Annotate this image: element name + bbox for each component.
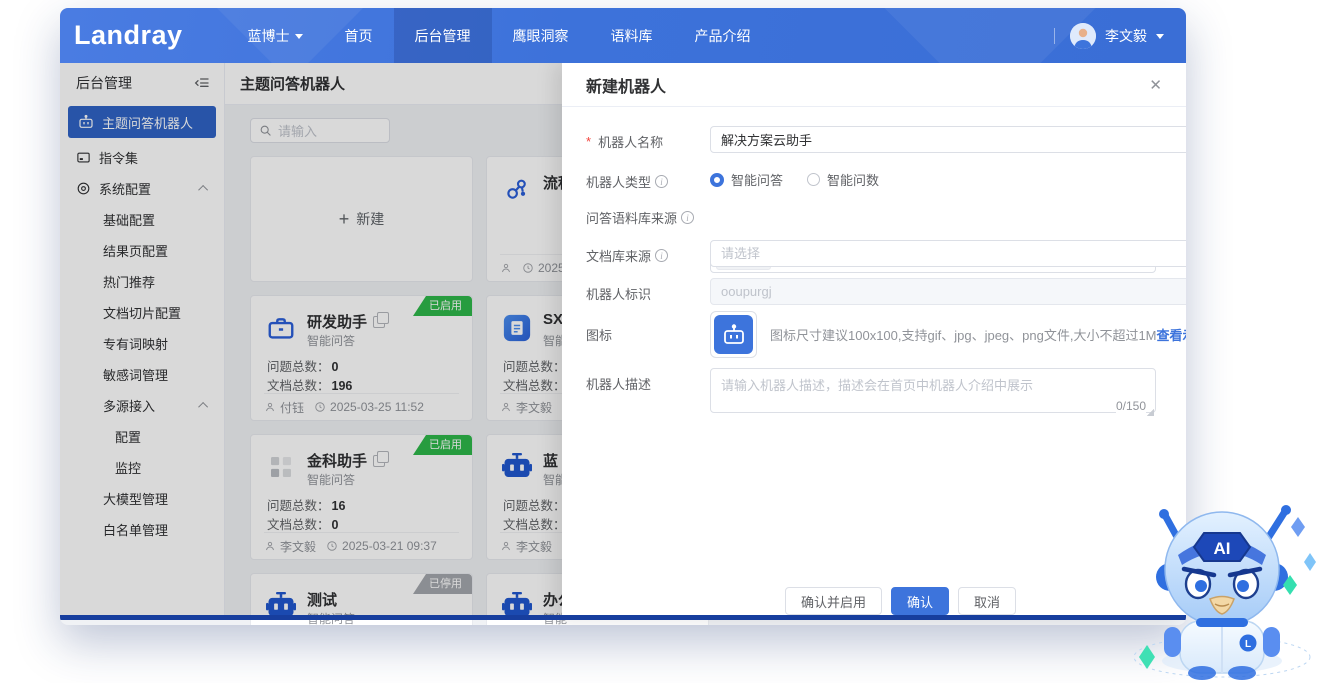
nav-item-corpus[interactable]: 语料库 xyxy=(590,8,674,63)
mascot-l-badge: L xyxy=(1245,639,1251,650)
doc-library-input[interactable] xyxy=(710,240,1186,267)
divider xyxy=(1054,28,1055,44)
window-bottom-edge xyxy=(60,615,1186,620)
icon-upload-row: 图标尺寸建议100x100,支持gif、jpg、jpeg、png文件,大小不超过… xyxy=(710,311,1156,359)
close-icon[interactable]: ✕ xyxy=(1149,76,1162,94)
robot-avatar-tile xyxy=(714,315,753,354)
robot-icon xyxy=(722,323,746,347)
radio-smart-data-qa[interactable]: 智能问数 xyxy=(807,170,879,189)
user-area[interactable]: 李文毅 xyxy=(1054,23,1186,49)
mascot-robot: AI L xyxy=(1130,465,1322,683)
drawer-footer: 确认并启用 确认 取消 xyxy=(562,587,1186,615)
field-label-doclib: 文档库来源i xyxy=(586,246,708,265)
chevron-down-icon xyxy=(295,34,303,39)
diamond-decoration xyxy=(1291,517,1305,537)
radio-smart-qa[interactable]: 智能问答 xyxy=(710,170,783,189)
top-navbar: Landray 蓝博士 首页 后台管理 鹰眼洞察 语料库 产品介绍 李文毅 xyxy=(60,8,1186,63)
window-body: 后台管理 主题问答机器人 指令集 系统配置 xyxy=(60,63,1186,620)
nav-item-home[interactable]: 首页 xyxy=(324,8,394,63)
resize-handle-icon[interactable] xyxy=(1146,408,1154,416)
cancel-button[interactable]: 取消 xyxy=(958,587,1016,615)
robot-type-radios: 智能问答 智能问数 xyxy=(710,166,1156,193)
chevron-down-icon xyxy=(1156,34,1164,39)
nav-item-lanboshi[interactable]: 蓝博士 xyxy=(227,8,324,63)
drawer-title: 新建机器人 xyxy=(586,73,666,97)
radio-selected-icon xyxy=(710,173,724,187)
landray-logo: Landray xyxy=(74,20,183,51)
radio-unselected-icon xyxy=(807,173,820,186)
info-icon: i xyxy=(681,211,694,224)
robot-description-textarea[interactable] xyxy=(710,368,1156,413)
user-name: 李文毅 xyxy=(1105,26,1147,46)
drawer-header: 新建机器人 ✕ xyxy=(562,63,1186,107)
robot-identifier-input xyxy=(710,278,1186,305)
main-nav: 蓝博士 首页 后台管理 鹰眼洞察 语料库 产品介绍 xyxy=(227,8,772,63)
char-counter: 0/150 xyxy=(1116,399,1146,413)
avatar xyxy=(1070,23,1096,49)
field-label-description: 机器人描述 xyxy=(586,374,708,393)
new-robot-drawer: 新建机器人 ✕ 机器人名称 机器人类型i 智能问答 智能问数 问答语料库来源i … xyxy=(562,63,1186,620)
mascot-ai-label: AI xyxy=(1214,539,1231,558)
nav-item-insight[interactable]: 鹰眼洞察 xyxy=(492,8,590,63)
info-icon: i xyxy=(655,249,668,262)
confirm-button[interactable]: 确认 xyxy=(891,587,949,615)
nav-item-products[interactable]: 产品介绍 xyxy=(674,8,772,63)
field-label-name: 机器人名称 xyxy=(586,132,708,151)
icon-upload-hint: 图标尺寸建议100x100,支持gif、jpg、jpeg、png文件,大小不超过… xyxy=(770,325,1186,344)
page: Landray 蓝博士 首页 后台管理 鹰眼洞察 语料库 产品介绍 李文毅 xyxy=(0,0,1322,683)
icon-upload-button[interactable] xyxy=(710,311,757,358)
field-label-corpus: 问答语料库来源i xyxy=(586,208,708,227)
view-example-link[interactable]: 查看示例 xyxy=(1157,328,1186,343)
robot-name-input[interactable] xyxy=(710,126,1186,153)
app-window: Landray 蓝博士 首页 后台管理 鹰眼洞察 语料库 产品介绍 李文毅 xyxy=(60,8,1186,625)
confirm-and-enable-button[interactable]: 确认并启用 xyxy=(785,587,882,615)
field-label-type: 机器人类型i xyxy=(586,172,708,191)
field-label-icon: 图标 xyxy=(586,325,708,344)
field-label-identifier: 机器人标识 xyxy=(586,284,708,303)
nav-item-admin[interactable]: 后台管理 xyxy=(394,8,492,63)
info-icon: i xyxy=(655,175,668,188)
description-field: 0/150 xyxy=(710,368,1156,418)
diamond-decoration xyxy=(1304,553,1316,571)
